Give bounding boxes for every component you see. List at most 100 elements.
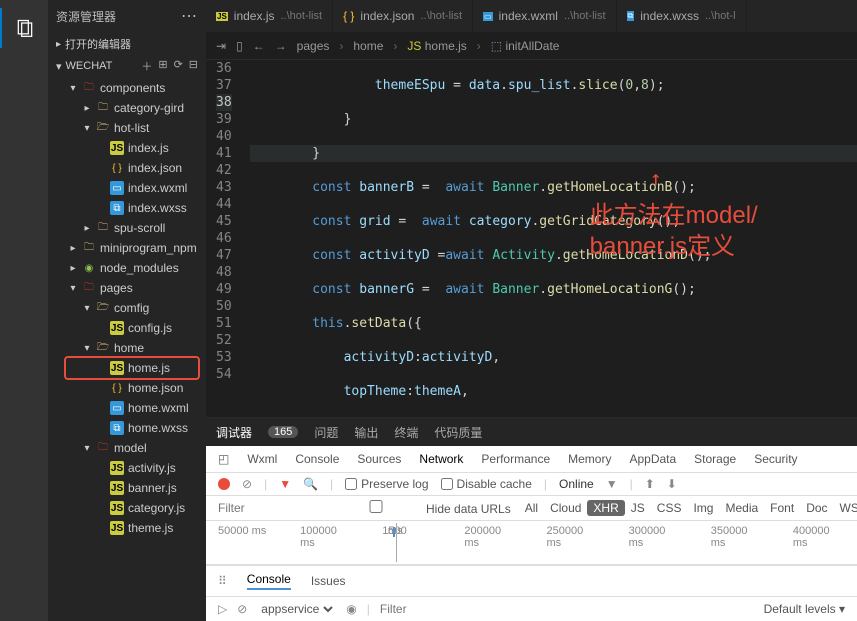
timeline-cursor[interactable] — [396, 523, 397, 562]
filter-pill-cloud[interactable]: Cloud — [544, 500, 587, 516]
editor-tab[interactable]: ▭index.wxml ..\hot-list — [473, 0, 617, 32]
file-item[interactable]: JStheme.js — [48, 518, 206, 538]
debug-panel: 调试器 165 问题 输出 终端 代码质量 ◰ Wxml Console Sourc… — [206, 417, 857, 621]
record-button[interactable] — [218, 478, 230, 490]
bookmark-icon[interactable]: ▯ — [236, 39, 243, 53]
chevron-down-icon[interactable]: ▼ — [606, 477, 618, 491]
folder-item[interactable]: ▸🗀category-gird — [48, 98, 206, 118]
root-folder-row[interactable]: ▾WECHAT ＋ ⊞ ⟳ ⊟ — [48, 56, 206, 76]
file-item[interactable]: { }home.json — [48, 378, 206, 398]
file-item[interactable]: ⧉home.wxss — [48, 418, 206, 438]
nav-fwd-icon[interactable]: → — [275, 39, 287, 53]
debug-tab-quality[interactable]: 代码质量 — [434, 424, 482, 441]
filter-pill-xhr[interactable]: XHR — [587, 500, 624, 516]
file-item[interactable]: JSconfig.js — [48, 318, 206, 338]
new-file-icon[interactable]: ＋ — [141, 58, 152, 74]
collapse-icon[interactable]: ⊟ — [189, 58, 198, 74]
expand-icon[interactable]: ⠿ — [218, 574, 227, 588]
timeline-tick: 300000 ms — [629, 525, 681, 549]
console-toggle-icon[interactable]: ▷ — [218, 602, 227, 616]
code-editor[interactable]: 36373839404142434445464748495051525354 t… — [206, 60, 857, 417]
inspect-icon[interactable]: ◰ — [218, 452, 229, 466]
folder-item[interactable]: ▸🗀miniprogram_npm — [48, 238, 206, 258]
filter-pill-doc[interactable]: Doc — [800, 500, 833, 516]
opened-editors-section[interactable]: ▸ 打开的编辑器 — [48, 32, 206, 56]
console-clear-icon[interactable]: ⊘ — [237, 602, 247, 616]
folder-item[interactable]: ▸🗀spu-scroll — [48, 218, 206, 238]
debug-tab-problems[interactable]: 问题 — [314, 424, 338, 441]
filter-pill-font[interactable]: Font — [764, 500, 800, 516]
online-select[interactable]: Online — [559, 477, 594, 491]
crumb-bar: ⇥ ▯ ← → pages › home › JS home.js › ⬚ in… — [206, 32, 857, 60]
eye-icon[interactable]: ◉ — [346, 602, 356, 616]
filter-icon[interactable]: ▼ — [279, 477, 291, 491]
debug-badge: 165 — [268, 426, 298, 438]
debug-tab-output[interactable]: 输出 — [354, 424, 378, 441]
more-icon[interactable]: ⋯ — [181, 6, 198, 26]
nav-back-icon[interactable]: ← — [253, 39, 265, 53]
filter-input[interactable] — [218, 501, 318, 515]
folder-item[interactable]: ▾🗁comfig — [48, 298, 206, 318]
clear-icon[interactable]: ⊘ — [242, 477, 252, 491]
refresh-icon[interactable]: ⟳ — [174, 58, 183, 74]
filter-pill-img[interactable]: Img — [687, 500, 719, 516]
file-item[interactable]: JSactivity.js — [48, 458, 206, 478]
folder-item[interactable]: ▸◉node_modules — [48, 258, 206, 278]
file-item[interactable]: JSbanner.js — [48, 478, 206, 498]
debug-tab-terminal[interactable]: 终端 — [394, 424, 418, 441]
folder-item[interactable]: ▾🗁hot-list — [48, 118, 206, 138]
devtools-tab-security[interactable]: Security — [754, 452, 797, 466]
folder-item[interactable]: ▾🗀components — [48, 78, 206, 98]
devtools-tab-performance[interactable]: Performance — [481, 452, 550, 466]
devtools: ◰ Wxml Console Sources Network Performance Me… — [206, 446, 857, 621]
devtools-tab-appdata[interactable]: AppData — [629, 452, 676, 466]
folder-item[interactable]: ▾🗀pages — [48, 278, 206, 298]
timeline-tick: 350000 ms — [711, 525, 763, 549]
devtools-tab-wxml[interactable]: Wxml — [247, 452, 277, 466]
editor-tab[interactable]: ⧉index.wxss ..\hot-l — [617, 0, 747, 32]
issues-tab[interactable]: Issues — [311, 574, 346, 588]
file-item[interactable]: { }index.json — [48, 158, 206, 178]
file-item[interactable]: ⧉index.wxss — [48, 198, 206, 218]
file-item[interactable]: ▭home.wxml — [48, 398, 206, 418]
file-item[interactable]: JScategory.js — [48, 498, 206, 518]
editor-tab[interactable]: { }index.json ..\hot-list — [333, 0, 473, 32]
filter-pill-ws[interactable]: WS — [834, 500, 857, 516]
console-tab[interactable]: Console — [247, 572, 291, 590]
new-folder-icon[interactable]: ⊞ — [158, 58, 167, 74]
file-item[interactable]: ▭index.wxml — [48, 178, 206, 198]
devtools-tab-memory[interactable]: Memory — [568, 452, 611, 466]
divider: | — [367, 602, 370, 616]
console-filter-input[interactable] — [380, 602, 754, 616]
filter-pill-all[interactable]: All — [519, 500, 544, 516]
devtools-tab-console[interactable]: Console — [295, 452, 339, 466]
folder-item[interactable]: ▾🗁home — [48, 338, 206, 358]
timeline-tick: 200000 ms — [464, 525, 516, 549]
file-tree: ▾🗀components▸🗀category-gird▾🗁hot-listJSi… — [48, 76, 206, 621]
editor-tab[interactable]: JSindex.js ..\hot-list — [206, 0, 333, 32]
file-item[interactable]: JShome.js — [48, 358, 206, 378]
upload-icon[interactable]: ⬆ — [645, 477, 655, 491]
devtools-tab-network[interactable]: Network — [419, 452, 463, 466]
debug-tab-debugger[interactable]: 调试器 — [216, 424, 252, 441]
explorer-icon[interactable] — [0, 8, 48, 48]
timeline-tick: 1500 ms — [382, 525, 434, 537]
filter-pill-js[interactable]: JS — [625, 500, 651, 516]
devtools-tab-sources[interactable]: Sources — [357, 452, 401, 466]
file-item[interactable]: JSindex.js — [48, 138, 206, 158]
timeline-tick: 100000 ms — [300, 525, 352, 549]
devtools-tab-storage[interactable]: Storage — [694, 452, 736, 466]
preserve-log-checkbox[interactable]: Preserve log — [345, 477, 428, 491]
filter-pill-media[interactable]: Media — [719, 500, 764, 516]
filter-pill-css[interactable]: CSS — [651, 500, 688, 516]
scope-select[interactable]: appservice — [257, 601, 336, 617]
folder-item[interactable]: ▾🗀model — [48, 438, 206, 458]
nav-toggle-icon[interactable]: ⇥ — [216, 39, 226, 53]
hide-urls-checkbox[interactable]: Hide data URLs — [326, 500, 511, 516]
sidebar: 资源管理器 ⋯ ▸ 打开的编辑器 ▾WECHAT ＋ ⊞ ⟳ ⊟ ▾🗀compo… — [48, 0, 206, 621]
activity-bar — [0, 0, 48, 621]
download-icon[interactable]: ⬇ — [667, 477, 677, 491]
disable-cache-checkbox[interactable]: Disable cache — [441, 477, 532, 491]
levels-select[interactable]: Default levels ▾ — [764, 602, 845, 616]
search-icon[interactable]: 🔍 — [303, 477, 318, 491]
